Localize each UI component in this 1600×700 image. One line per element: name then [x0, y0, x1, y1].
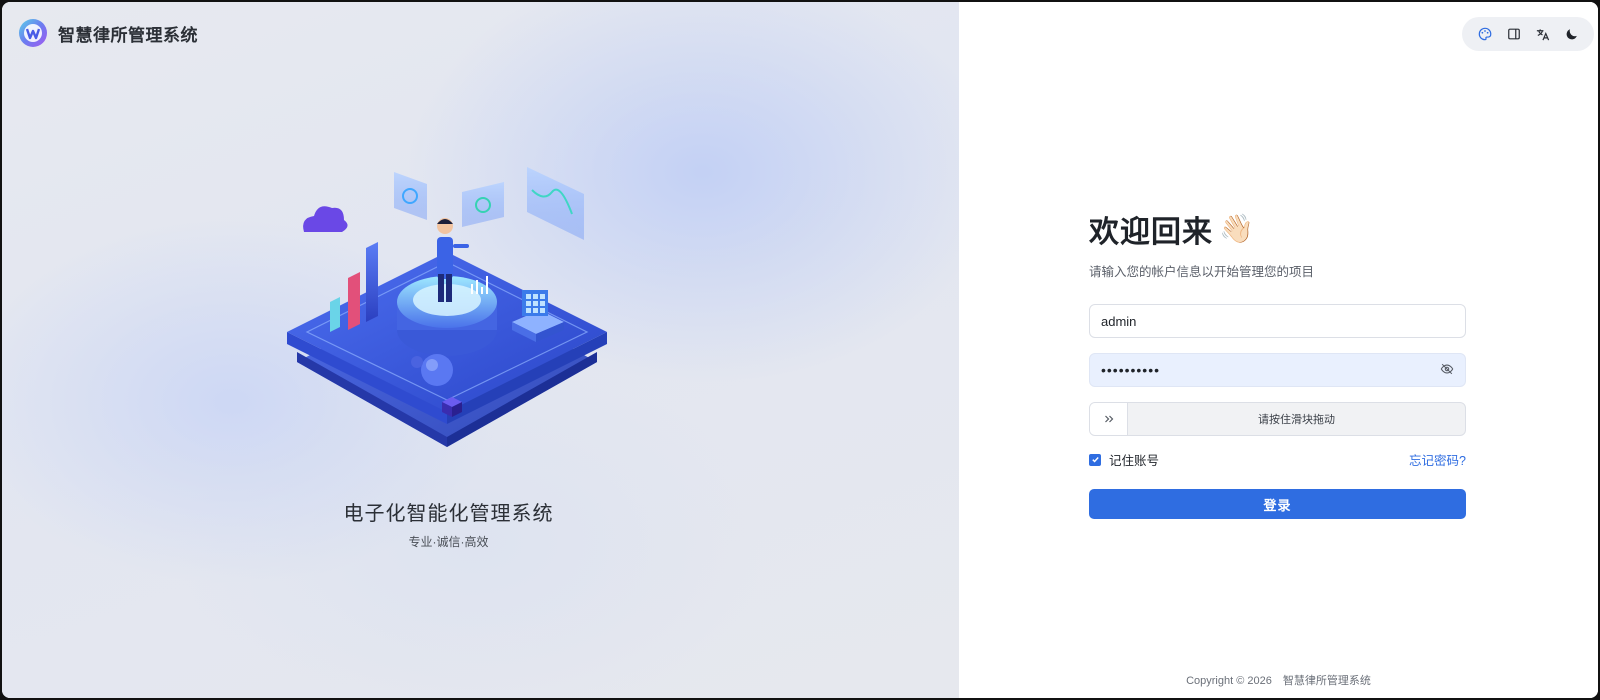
slide-captcha[interactable]: 请按住滑块拖动 — [1089, 402, 1466, 436]
login-options: 记住账号 忘记密码? — [1089, 450, 1466, 469]
slider-hint: 请按住滑块拖动 — [1258, 414, 1335, 426]
wave-emoji-icon: 👋🏻 — [1219, 213, 1254, 244]
brand-name: 智慧律所管理系统 — [58, 25, 198, 45]
layout-icon[interactable] — [1504, 24, 1524, 44]
username-value: admin — [1101, 313, 1137, 329]
slider-handle[interactable] — [1090, 403, 1128, 435]
moon-icon[interactable] — [1562, 24, 1582, 44]
hero-subtitle: 专业·诚信·高效 — [408, 535, 489, 549]
hero-title: 电子化智能化管理系统 — [343, 503, 554, 525]
translate-icon[interactable] — [1533, 24, 1553, 44]
password-field[interactable]: •••••••••• — [1089, 353, 1466, 387]
footer: Copyright © 2026 智慧律所管理系统 — [959, 672, 1598, 688]
toolbar — [1462, 17, 1594, 51]
login-form: 欢迎回来 👋🏻 请输入您的帐户信息以开始管理您的项目 admin •••••••… — [1089, 207, 1466, 519]
login-title: 欢迎回来 — [1089, 216, 1213, 249]
login-panel: 欢迎回来 👋🏻 请输入您的帐户信息以开始管理您的项目 admin •••••••… — [959, 2, 1598, 698]
showcase-panel: 智慧律所管理系统 电子化智能化管理系统 专业·诚信·高效 — [2, 2, 959, 698]
username-field[interactable]: admin — [1089, 304, 1466, 338]
eye-off-icon[interactable] — [1440, 362, 1454, 379]
checkbox-checked-icon[interactable] — [1089, 453, 1101, 466]
forgot-password-link[interactable]: 忘记密码? — [1409, 450, 1466, 469]
palette-icon[interactable] — [1475, 24, 1495, 44]
remember-label: 记住账号 — [1109, 454, 1160, 468]
brand-logo-icon — [19, 19, 47, 47]
double-chevron-right-icon — [1104, 415, 1113, 423]
login-subtitle: 请输入您的帐户信息以开始管理您的项目 — [1089, 265, 1315, 279]
brand[interactable]: 智慧律所管理系统 — [18, 18, 198, 48]
copyright-text: Copyright © 2026 — [1186, 675, 1272, 687]
login-title-row: 欢迎回来 👋🏻 — [1089, 207, 1466, 251]
app-window: 智慧律所管理系统 电子化智能化管理系统 专业·诚信·高效 欢迎回来 👋🏻 请输入… — [2, 2, 1598, 698]
footer-company: 智慧律所管理系统 — [1282, 675, 1371, 687]
isometric-illustration — [287, 167, 607, 447]
password-value: •••••••••• — [1101, 362, 1161, 378]
remember-account-checkbox[interactable]: 记住账号 — [1089, 450, 1159, 469]
login-button[interactable]: 登录 — [1089, 489, 1466, 519]
